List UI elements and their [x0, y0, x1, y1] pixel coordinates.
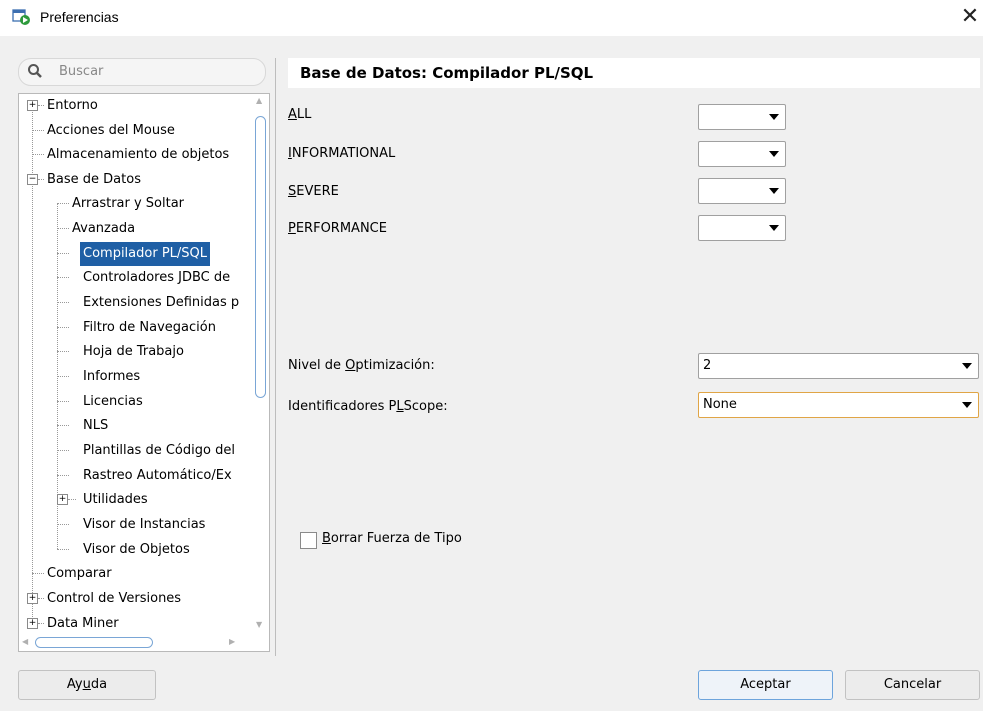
- chevron-down-icon: [769, 225, 779, 231]
- warning-performance-label: PERFORMANCE: [288, 221, 387, 236]
- tree-item-plantillas-codigo[interactable]: Plantillas de Código del: [19, 439, 251, 461]
- chevron-down-icon: [769, 151, 779, 157]
- expand-icon[interactable]: +: [57, 494, 68, 505]
- panel-divider[interactable]: [275, 58, 276, 656]
- app-icon: [12, 9, 30, 25]
- optimization-level-select[interactable]: 2: [698, 353, 979, 379]
- chevron-down-icon: [769, 188, 779, 194]
- tree-item-acciones-mouse[interactable]: Acciones del Mouse: [19, 119, 251, 141]
- warning-severe-label: SEVERE: [288, 184, 339, 199]
- tree-item-comparar[interactable]: Comparar: [19, 562, 251, 584]
- tree-item-avanzada[interactable]: Avanzada: [19, 217, 251, 239]
- tree-item-controladores-jdbc[interactable]: Controladores JDBC de: [19, 266, 251, 288]
- search-field[interactable]: Buscar: [18, 58, 266, 86]
- borrar-fuerza-tipo-checkbox[interactable]: [300, 532, 317, 549]
- tree-item-rastreo-automatico[interactable]: Rastreo Automático/Ex: [19, 464, 251, 486]
- tree-item-hoja-trabajo[interactable]: Hoja de Trabajo: [19, 340, 251, 362]
- tree-vertical-scrollbar[interactable]: ▲ ▼: [252, 94, 268, 634]
- scrollbar-thumb[interactable]: [35, 637, 153, 648]
- accept-button[interactable]: Aceptar: [698, 670, 833, 700]
- search-icon: [28, 64, 42, 78]
- scroll-up-icon[interactable]: ▲: [256, 96, 262, 105]
- tree-horizontal-scrollbar[interactable]: ◀ ▶: [19, 634, 252, 650]
- search-placeholder: Buscar: [59, 64, 104, 79]
- warning-all-label: ALL: [288, 107, 312, 122]
- warning-performance-select[interactable]: [698, 215, 786, 241]
- tree-item-visor-instancias[interactable]: Visor de Instancias: [19, 513, 251, 535]
- tree-item-informes[interactable]: Informes: [19, 365, 251, 387]
- tree-item-data-miner[interactable]: + Data Miner: [19, 612, 251, 634]
- warning-severe-select[interactable]: [698, 178, 786, 204]
- chevron-down-icon: [962, 363, 972, 369]
- scroll-left-icon[interactable]: ◀: [22, 637, 28, 646]
- plscope-identifiers-select[interactable]: None: [698, 392, 979, 418]
- tree-item-visor-objetos[interactable]: Visor de Objetos: [19, 538, 251, 560]
- cancel-button[interactable]: Cancelar: [845, 670, 980, 700]
- preferences-tree[interactable]: + Entorno Acciones del Mouse Almacenamie…: [18, 93, 270, 652]
- scrollbar-thumb[interactable]: [255, 116, 266, 398]
- chevron-down-icon: [962, 402, 972, 408]
- tree-item-extensiones-definidas[interactable]: Extensiones Definidas p: [19, 291, 251, 313]
- title-bar: Preferencias ✕: [0, 0, 983, 36]
- tree-item-arrastrar-soltar[interactable]: Arrastrar y Soltar: [19, 192, 251, 214]
- tree-item-nls[interactable]: NLS: [19, 414, 251, 436]
- scroll-right-icon[interactable]: ▶: [229, 637, 235, 646]
- tree-item-filtro-navegacion[interactable]: Filtro de Navegación: [19, 316, 251, 338]
- expand-icon[interactable]: +: [27, 593, 38, 604]
- borrar-fuerza-tipo-label[interactable]: Borrar Fuerza de Tipo: [322, 531, 462, 546]
- warning-informational-select[interactable]: [698, 141, 786, 167]
- help-button[interactable]: Ayuda: [18, 670, 156, 700]
- window-title: Preferencias: [40, 9, 119, 25]
- collapse-icon[interactable]: −: [27, 174, 38, 185]
- optimization-level-label: Nivel de Optimización:: [288, 358, 435, 373]
- tree-item-licencias[interactable]: Licencias: [19, 390, 251, 412]
- tree-item-almacenamiento-objetos[interactable]: Almacenamiento de objetos: [19, 143, 251, 165]
- scroll-down-icon[interactable]: ▼: [256, 620, 262, 629]
- tree-item-entorno[interactable]: + Entorno: [19, 94, 251, 116]
- plscope-identifiers-label: Identificadores PLScope:: [288, 399, 448, 414]
- tree-item-base-de-datos[interactable]: − Base de Datos: [19, 168, 251, 190]
- warning-informational-label: INFORMATIONAL: [288, 146, 396, 161]
- tree-item-utilidades[interactable]: + Utilidades: [19, 488, 251, 510]
- expand-icon[interactable]: +: [27, 618, 38, 629]
- page-title: Base de Datos: Compilador PL/SQL: [288, 58, 980, 88]
- close-icon[interactable]: ✕: [958, 2, 982, 32]
- chevron-down-icon: [769, 114, 779, 120]
- tree-item-control-versiones[interactable]: + Control de Versiones: [19, 587, 251, 609]
- tree-item-compilador-plsql[interactable]: Compilador PL/SQL: [19, 242, 251, 266]
- warning-all-select[interactable]: [698, 104, 786, 130]
- expand-icon[interactable]: +: [27, 100, 38, 111]
